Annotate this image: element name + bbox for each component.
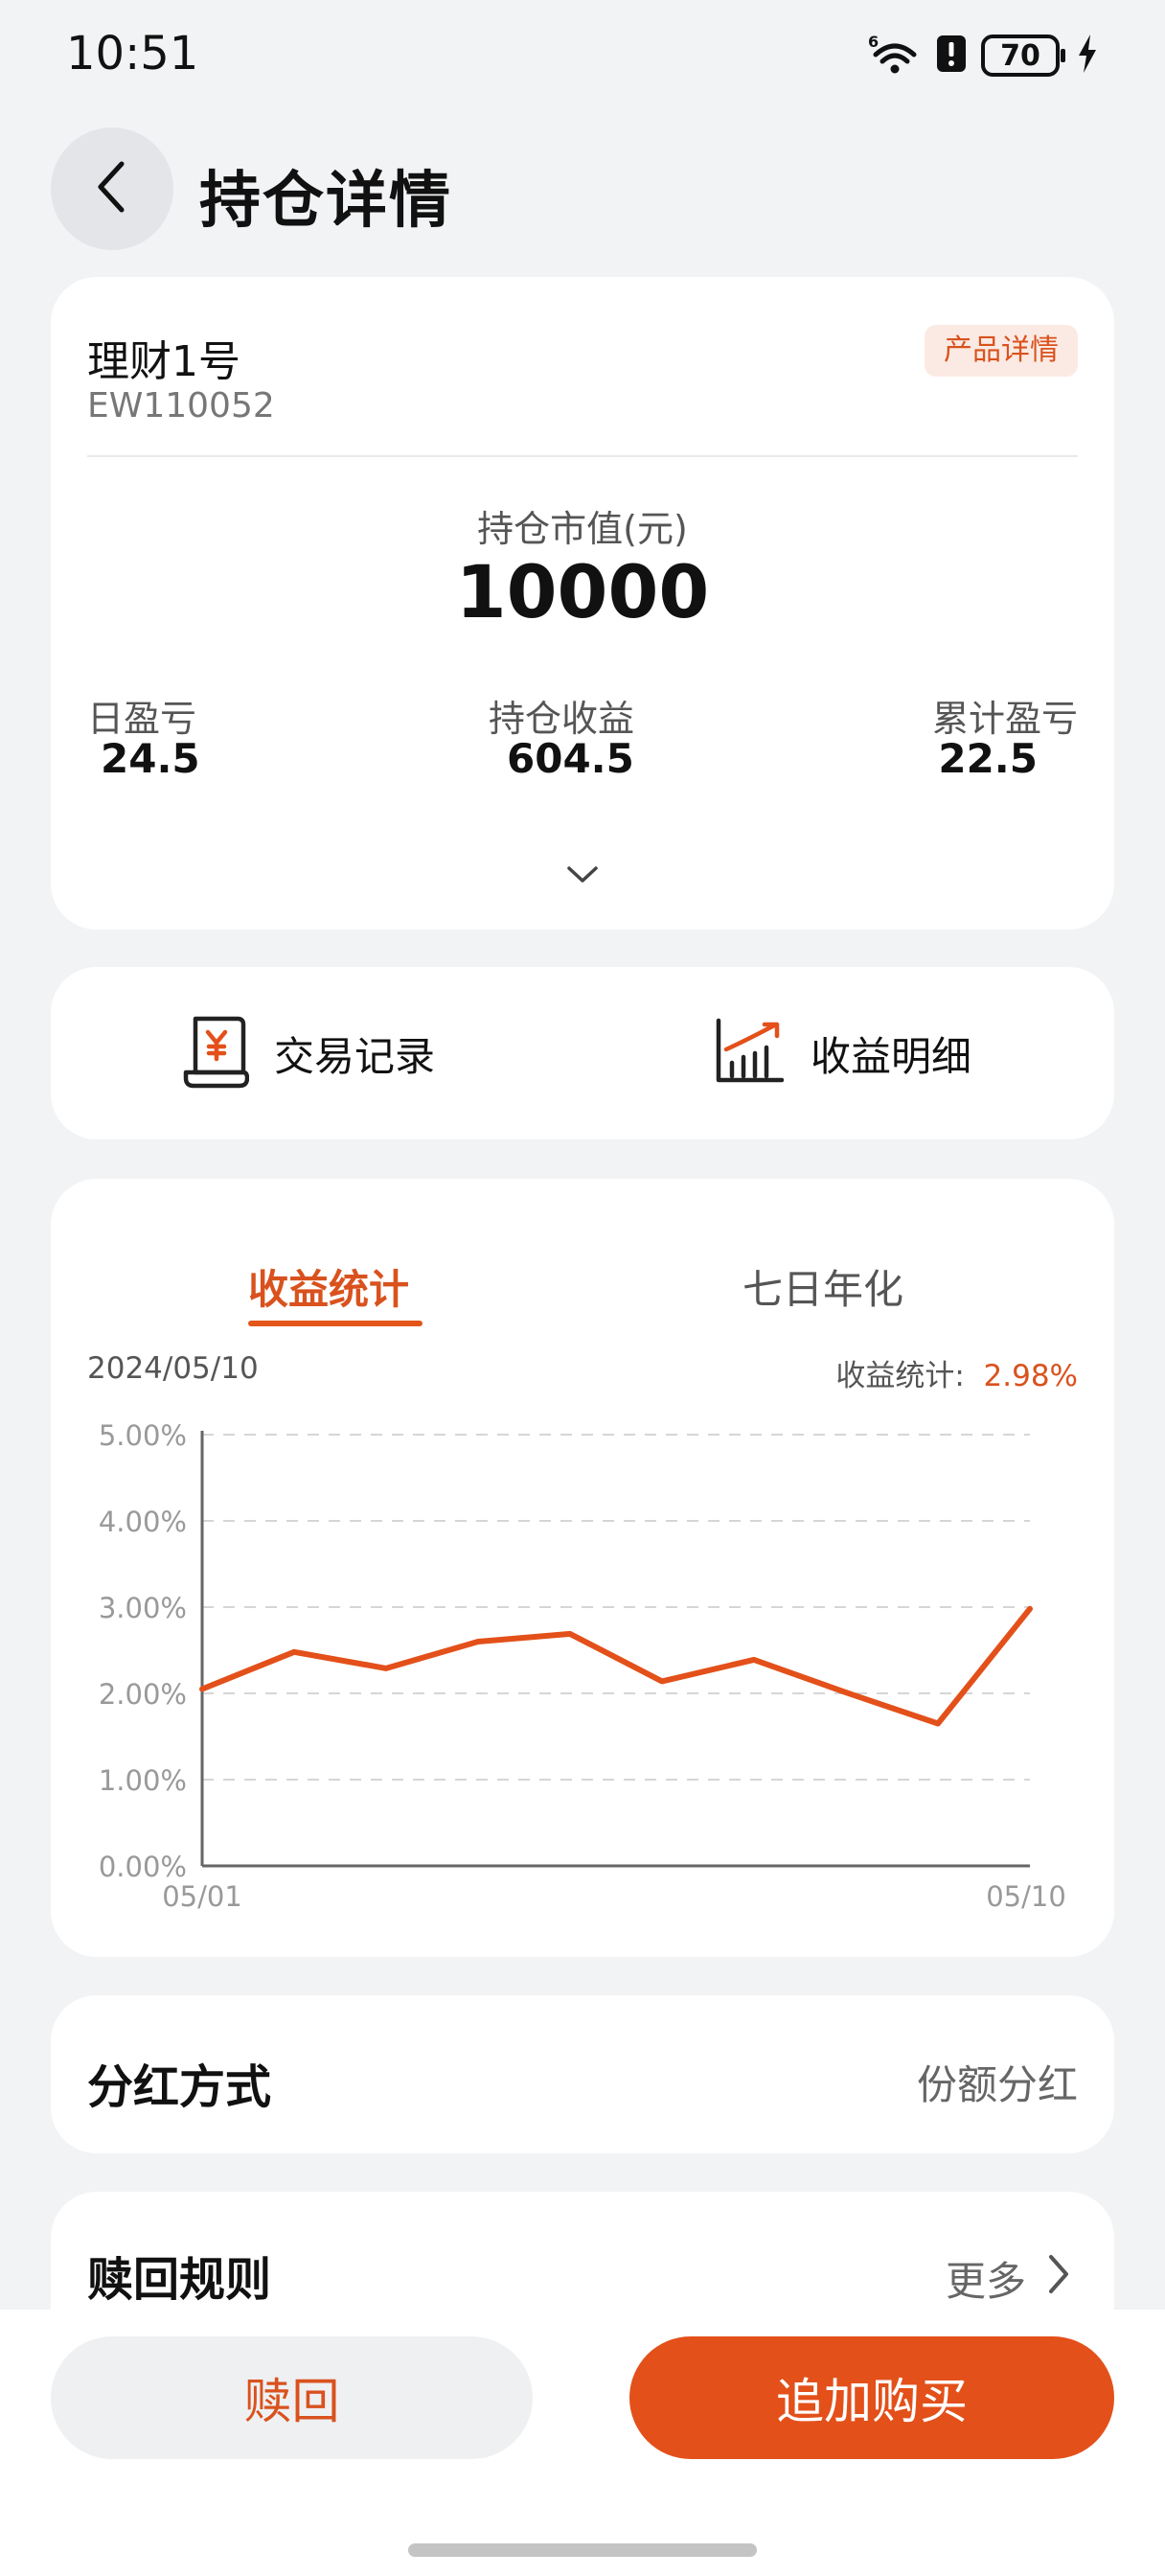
income-details-label: 收益明细 (811, 1032, 972, 1080)
income-details-link[interactable]: 收益明细 (713, 967, 971, 1139)
y-tick-label: 1.00% (99, 1764, 187, 1797)
income-line-chart: 0.00% 1.00% 2.00% 3.00% 4.00% 5.00% 05/01 05/10 (99, 1419, 1066, 1913)
quick-links-card: 交易记录 收益明细 (51, 967, 1114, 1139)
home-indicator[interactable] (408, 2543, 757, 2557)
status-time: 10:51 (66, 27, 199, 80)
daily-pnl-value: 24.5 (101, 735, 200, 782)
product-detail-button[interactable]: 产品详情 (925, 325, 1078, 377)
chevron-down-icon[interactable] (565, 863, 600, 886)
back-button[interactable] (51, 127, 173, 250)
receipt-yen-icon (182, 1013, 250, 1093)
divider (87, 455, 1078, 457)
x-tick-label: 05/01 (162, 1880, 242, 1913)
svg-text:6: 6 (868, 33, 879, 51)
y-tick-label: 5.00% (99, 1419, 187, 1452)
cumulative-pnl-label: 累计盈亏 (931, 698, 1078, 740)
product-name: 理财1号 (87, 337, 240, 386)
y-tick-label: 4.00% (99, 1506, 187, 1538)
status-icons: 6 70 (868, 33, 1098, 79)
y-tick-label: 2.00% (99, 1678, 187, 1711)
holding-income-value: 604.5 (507, 735, 634, 782)
market-value: 10000 (455, 549, 710, 634)
product-code: EW110052 (87, 386, 275, 426)
chevron-left-icon (93, 158, 131, 219)
market-value-label: 持仓市值(元) (477, 508, 688, 550)
bottom-action-bar: 赎回 追加购买 (0, 2310, 1165, 2576)
x-tick-label: 05/10 (986, 1880, 1066, 1913)
holding-income-label: 持仓收益 (489, 698, 635, 740)
holding-summary-card: 理财1号 EW110052 产品详情 持仓市值(元) 10000 日盈亏 24.… (51, 277, 1114, 930)
battery-icon: 70 (981, 34, 1065, 77)
transaction-records-link[interactable]: 交易记录 (182, 967, 435, 1139)
chevron-right-icon[interactable] (1045, 2251, 1072, 2301)
dividend-method-card[interactable]: 分红方式 份额分红 (51, 1995, 1114, 2153)
y-tick-label: 3.00% (99, 1592, 187, 1624)
charging-icon (1077, 34, 1098, 77)
alert-icon (935, 34, 968, 78)
status-bar: 10:51 6 70 (0, 0, 1165, 115)
income-chart-card: 收益统计 七日年化 2024/05/10 收益统计: 2.98% 0.00% 1.… (51, 1179, 1114, 1957)
dividend-method-label: 分红方式 (87, 2060, 272, 2114)
redeem-button[interactable]: 赎回 (51, 2336, 533, 2459)
dividend-method-value: 份额分红 (916, 2061, 1078, 2108)
daily-pnl-label: 日盈亏 (87, 698, 197, 740)
bar-chart-trend-icon (713, 1015, 786, 1092)
redemption-rules-label: 赎回规则 (87, 2253, 272, 2307)
page-title: 持仓详情 (199, 166, 452, 237)
more-link[interactable]: 更多 (946, 2249, 1026, 2308)
buy-more-button[interactable]: 追加购买 (629, 2336, 1114, 2459)
transaction-records-label: 交易记录 (274, 1032, 436, 1080)
wifi-6-icon: 6 (868, 32, 922, 80)
cumulative-pnl-value: 22.5 (938, 735, 1038, 782)
y-tick-label: 0.00% (99, 1851, 187, 1883)
income-series-line (199, 1605, 1033, 1727)
